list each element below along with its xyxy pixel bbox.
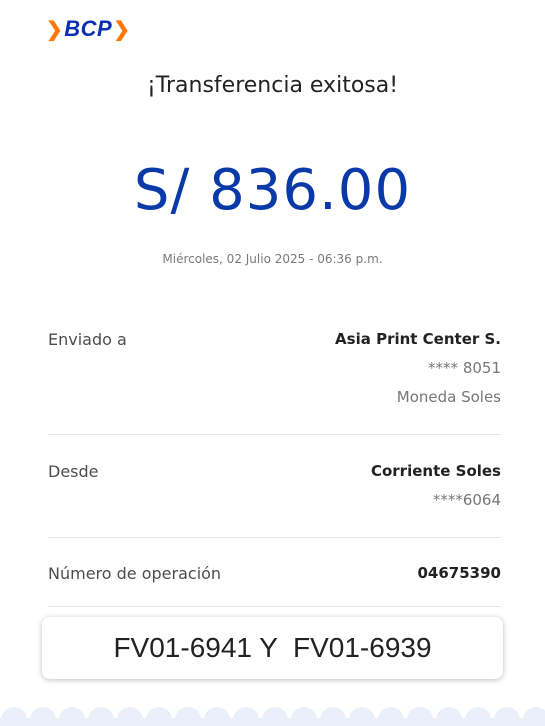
from-values: Corriente Soles ****6064 (371, 462, 501, 509)
chevron-right-icon: ❯ (113, 18, 131, 41)
sent-to-values: Asia Print Center S. **** 8051 Moneda So… (335, 330, 501, 406)
recipient-account: **** 8051 (428, 359, 501, 377)
from-label: Desde (48, 462, 99, 481)
page-title: ¡Transferencia exitosa! (146, 73, 399, 98)
bcp-logo: ❯ BCP ❯ (46, 14, 130, 44)
logo-text: BCP (64, 16, 113, 41)
divider (48, 606, 501, 607)
reference-note: FV01-6941 Y FV01-6939 (42, 617, 503, 679)
operation-number: 04675390 (417, 564, 502, 582)
divider (48, 434, 501, 435)
operation-label: Número de operación (48, 564, 222, 583)
chevron-right-icon: ❯ (46, 18, 64, 41)
operation-values: 04675390 (418, 564, 502, 583)
transfer-amount: S/ 836.00 (133, 158, 412, 223)
recipient-name: Asia Print Center S. (335, 330, 501, 348)
from-account: ****6064 (432, 491, 501, 509)
divider (48, 537, 501, 538)
recipient-currency: Moneda Soles (396, 388, 501, 406)
from-row: Desde Corriente Soles ****6064 (48, 462, 501, 509)
sent-to-label: Enviado a (48, 330, 127, 349)
from-account-type: Corriente Soles (370, 462, 501, 480)
transfer-datetime: Miércoles, 02 Julio 2025 - 06:36 p.m. (162, 252, 383, 266)
operation-row: Número de operación 04675390 (48, 564, 501, 583)
sent-to-row: Enviado a Asia Print Center S. **** 8051… (48, 330, 501, 406)
receipt-scallop-edge (0, 707, 545, 726)
